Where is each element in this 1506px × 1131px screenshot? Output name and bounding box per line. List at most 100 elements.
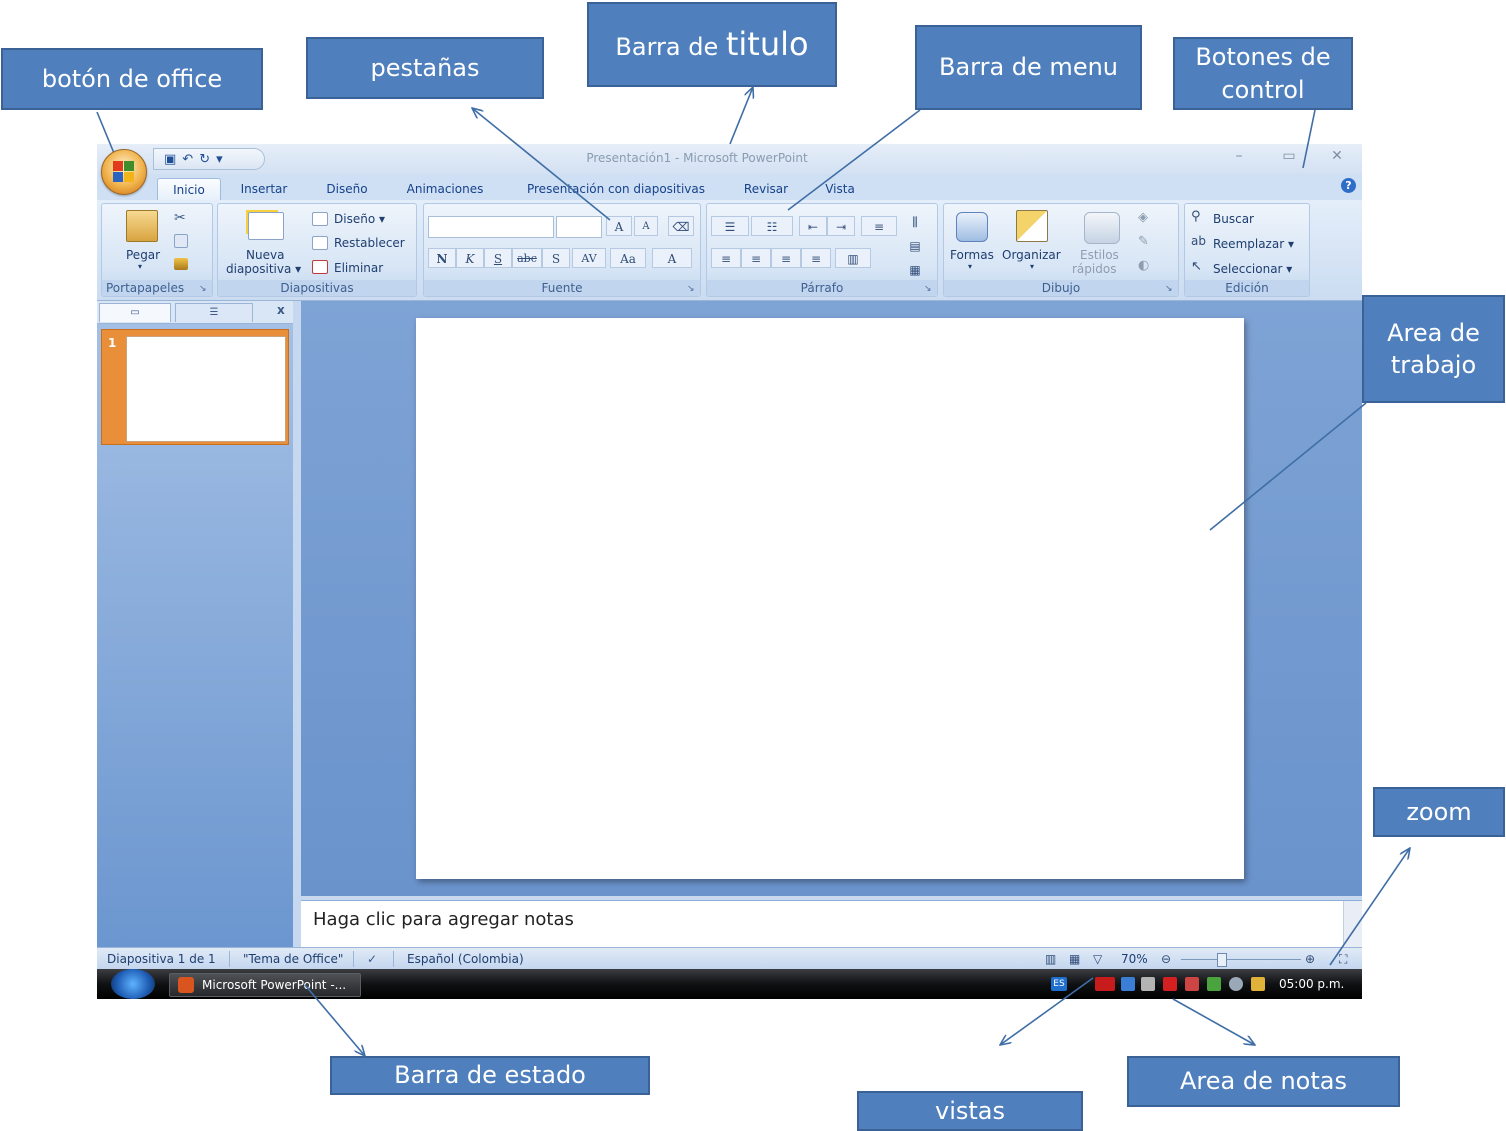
help-icon[interactable]: ? [1341, 178, 1356, 193]
bold-button[interactable]: N [428, 248, 456, 268]
start-button[interactable] [111, 969, 155, 999]
reset-button[interactable]: Restablecer [334, 236, 405, 250]
taskbar-item-powerpoint[interactable]: Microsoft PowerPoint -... [169, 973, 361, 997]
wand-icon[interactable] [1251, 977, 1265, 991]
clipboard-launcher-icon[interactable]: ↘ [199, 284, 209, 294]
shapes-button[interactable]: Formas [950, 248, 994, 262]
paste-dropdown-icon[interactable]: ▾ [138, 262, 142, 271]
shape-effects-icon[interactable]: ◐ [1138, 258, 1154, 274]
text-direction-button[interactable]: ⫼ [901, 212, 929, 232]
slide-thumbnail[interactable]: 1 [101, 329, 289, 445]
underline-button[interactable]: S [484, 248, 512, 268]
increase-indent-button[interactable]: ⇥ [827, 216, 855, 236]
minimize-button[interactable]: – [1224, 148, 1254, 168]
replace-icon[interactable]: ab [1191, 234, 1207, 250]
italic-button[interactable]: K [456, 248, 484, 268]
font-launcher-icon[interactable]: ↘ [687, 284, 697, 294]
quick-styles-label-2[interactable]: rápidos [1072, 262, 1116, 276]
layout-icon[interactable] [312, 212, 328, 226]
network-icon[interactable] [1121, 977, 1135, 991]
zoom-slider-thumb[interactable] [1217, 953, 1227, 967]
redo-icon[interactable]: ↻ [199, 152, 210, 167]
restore-button[interactable]: ▭ [1274, 148, 1304, 168]
clear-format-button[interactable]: ⌫ [668, 216, 694, 236]
justify-button[interactable]: ≡ [801, 248, 831, 268]
font-size-dropdown[interactable] [556, 216, 602, 238]
tab-vista[interactable]: Vista [817, 178, 863, 200]
undo-icon[interactable]: ↶ [182, 152, 193, 167]
zoom-in-icon[interactable]: ⊕ [1305, 952, 1315, 966]
copy-icon[interactable] [174, 234, 188, 248]
shape-outline-icon[interactable]: ✎ [1138, 234, 1154, 250]
status-theme[interactable]: "Tema de Office" [243, 952, 343, 966]
select-icon[interactable]: ↖ [1191, 259, 1207, 275]
fit-window-icon[interactable]: ⛶ [1339, 952, 1347, 967]
zoom-slider[interactable] [1181, 959, 1301, 960]
align-left-button[interactable]: ≡ [711, 248, 741, 268]
sync-icon[interactable] [1207, 977, 1221, 991]
strikethrough-button[interactable]: abc [512, 248, 542, 268]
find-button[interactable]: Buscar [1213, 212, 1254, 226]
language-indicator[interactable]: ES [1051, 977, 1067, 991]
shapes-icon[interactable] [956, 212, 988, 242]
spellcheck-icon[interactable]: ✓ [367, 952, 377, 966]
align-right-button[interactable]: ≡ [771, 248, 801, 268]
panel-close-button[interactable]: x [277, 303, 285, 317]
shape-fill-icon[interactable]: ◈ [1138, 210, 1154, 226]
shapes-dropdown-icon[interactable]: ▾ [968, 262, 972, 271]
office-button[interactable] [101, 149, 147, 195]
notes-pane[interactable]: Haga clic para agregar notas [301, 900, 1362, 948]
delete-slide-icon[interactable] [312, 260, 328, 274]
volume-icon[interactable] [1141, 977, 1155, 991]
tab-animaciones[interactable]: Animaciones [395, 178, 495, 200]
tab-revisar[interactable]: Revisar [737, 178, 795, 200]
layout-button[interactable]: Diseño ▾ [334, 212, 385, 226]
arrange-button[interactable]: Organizar [1002, 248, 1061, 262]
slide-canvas[interactable] [416, 318, 1244, 879]
drawing-launcher-icon[interactable]: ↘ [1165, 284, 1175, 294]
paste-button-label[interactable]: Pegar [126, 248, 160, 262]
notes-scrollbar[interactable] [1343, 901, 1362, 948]
char-spacing-button[interactable]: AV [572, 248, 606, 268]
shrink-font-button[interactable]: A [634, 216, 658, 236]
delete-slide-button[interactable]: Eliminar [334, 261, 383, 275]
font-color-button[interactable]: A [652, 248, 692, 268]
font-name-dropdown[interactable] [428, 216, 554, 238]
messenger-icon[interactable] [1229, 977, 1243, 991]
quick-styles-label[interactable]: Estilos [1080, 248, 1119, 262]
close-button[interactable]: ✕ [1322, 148, 1352, 168]
new-slide-icon[interactable] [248, 212, 284, 240]
sorter-view-icon[interactable]: ▦ [1069, 952, 1080, 966]
arrange-dropdown-icon[interactable]: ▾ [1030, 262, 1034, 271]
smartart-button[interactable]: ▦ [901, 260, 929, 280]
tab-inicio[interactable]: Inicio [157, 178, 221, 201]
replace-button[interactable]: Reemplazar ▾ [1213, 237, 1294, 251]
reset-icon[interactable] [312, 236, 328, 250]
change-case-button[interactable]: Aa [610, 248, 646, 268]
security-icon[interactable] [1185, 977, 1199, 991]
new-slide-label-2[interactable]: diapositiva ▾ [226, 262, 301, 276]
tab-insertar[interactable]: Insertar [231, 178, 297, 200]
tab-presentacion[interactable]: Presentación con diapositivas [515, 178, 717, 200]
zoom-out-icon[interactable]: ⊖ [1161, 952, 1171, 966]
notes-placeholder[interactable]: Haga clic para agregar notas [313, 909, 574, 930]
bullets-button[interactable]: ☰ [711, 216, 749, 236]
zoom-level[interactable]: 70% [1121, 952, 1148, 966]
alert-icon[interactable] [1163, 977, 1177, 991]
ati-icon[interactable] [1095, 977, 1115, 991]
select-button[interactable]: Seleccionar ▾ [1213, 262, 1292, 276]
cut-icon[interactable]: ✂ [174, 210, 190, 226]
columns-button[interactable]: ▥ [835, 248, 871, 268]
normal-view-icon[interactable]: ▥ [1045, 952, 1056, 966]
arrange-icon[interactable] [1016, 210, 1048, 242]
panel-splitter[interactable] [293, 301, 301, 947]
status-language[interactable]: Español (Colombia) [407, 952, 524, 966]
paragraph-launcher-icon[interactable]: ↘ [924, 284, 934, 294]
decrease-indent-button[interactable]: ⇤ [799, 216, 827, 236]
customize-qat-icon[interactable]: ▾ [216, 152, 223, 167]
align-text-button[interactable]: ▤ [901, 236, 929, 256]
slides-tab[interactable]: ▭ [99, 303, 171, 322]
new-slide-label[interactable]: Nueva [246, 248, 284, 262]
outline-tab[interactable]: ☰ [175, 303, 253, 322]
format-painter-icon[interactable] [174, 258, 188, 270]
